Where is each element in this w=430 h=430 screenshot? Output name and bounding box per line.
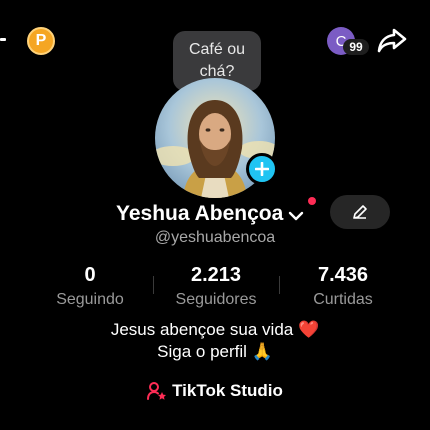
- user-star-icon: [147, 382, 167, 400]
- bio-line-1: Jesus abençoe sua vida ❤️: [110, 320, 320, 339]
- stat-label: Seguindo: [56, 291, 124, 308]
- stat-label: Curtidas: [313, 291, 373, 308]
- profile-screen: P C 99 Café ou chá? Yeshua Abençoa @yesh…: [0, 0, 430, 430]
- coin-icon[interactable]: P: [27, 27, 55, 55]
- share-icon[interactable]: [376, 26, 408, 54]
- tiktok-studio-link[interactable]: TikTok Studio: [0, 381, 430, 401]
- plus-icon: [255, 162, 269, 176]
- notification-dot: [308, 197, 316, 205]
- name-row: Yeshua Abençoa: [116, 200, 305, 228]
- stat-value: 7.436: [317, 264, 369, 286]
- stat-divider: [279, 276, 280, 294]
- stat-followers[interactable]: 2.213 Seguidores: [156, 262, 276, 311]
- username: @yeshuabencoa: [154, 229, 276, 246]
- studio-label: TikTok Studio: [172, 381, 283, 400]
- tooltip-line-1: Café ou: [188, 41, 246, 58]
- notification-count-badge: 99: [343, 39, 369, 55]
- add-story-button[interactable]: [246, 153, 278, 185]
- stat-likes[interactable]: 7.436 Curtidas: [283, 262, 403, 311]
- stat-following[interactable]: 0 Seguindo: [30, 262, 150, 311]
- edit-profile-button[interactable]: [330, 195, 390, 229]
- stat-value: 2.213: [190, 264, 242, 286]
- profile-bio: Jesus abençoe sua vida ❤️ Siga o perfil …: [0, 319, 430, 363]
- display-name: Yeshua Abençoa: [116, 202, 284, 225]
- chevron-down-icon[interactable]: [287, 207, 305, 225]
- pencil-icon: [353, 205, 367, 219]
- bio-line-2: Siga o perfil 🙏: [157, 342, 273, 361]
- back-arrow-icon[interactable]: [0, 38, 6, 41]
- stat-value: 0: [84, 264, 96, 286]
- stat-divider: [153, 276, 154, 294]
- coin-letter: P: [35, 32, 47, 49]
- stat-label: Seguidores: [175, 291, 257, 308]
